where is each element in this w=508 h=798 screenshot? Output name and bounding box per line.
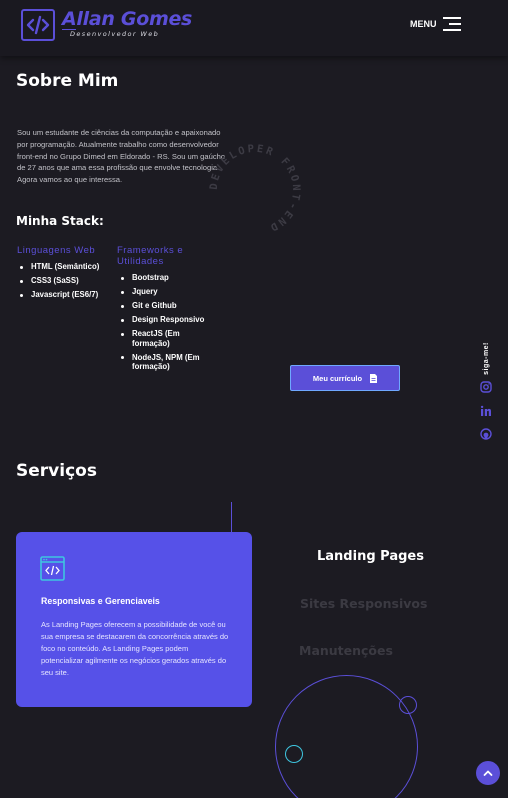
service-card-text: As Landing Pages oferecem a possibilidad…	[41, 620, 229, 677]
list-item: Design Responsivo	[118, 315, 218, 325]
decorative-circle	[285, 745, 303, 763]
list-item: CSS3 (SaSS)	[17, 276, 117, 286]
site-header: Allan Gomes Desenvolvedor Web MENU	[0, 0, 508, 56]
cv-button-label: Meu currículo	[312, 373, 363, 383]
about-text: Sou um estudante de ciências da computaç…	[17, 128, 226, 185]
list-item: Git e Github	[118, 301, 218, 311]
tab-landing-pages[interactable]: Landing Pages	[317, 549, 424, 564]
service-card: Responsivas e Gerenciaveis As Landing Pa…	[16, 532, 252, 707]
linkedin-icon[interactable]	[480, 405, 492, 417]
list-item: ReactJS (Em formação)	[118, 329, 218, 348]
stack-column-title-languages: Linguagens Web	[17, 245, 96, 256]
developer-badge-icon: DEVELOPER FRONT-END	[208, 143, 302, 234]
service-card-title: Responsivas e Gerenciaveis	[41, 596, 160, 606]
languages-list: HTML (Semântico) CSS3 (SaSS) Javascript …	[17, 262, 117, 304]
scroll-to-top-button[interactable]	[476, 761, 500, 785]
hamburger-menu-icon[interactable]	[443, 17, 461, 31]
section-divider-line	[231, 502, 232, 532]
decorative-circle	[399, 696, 417, 714]
chevron-up-icon	[483, 770, 493, 776]
stack-title: Minha Stack:	[16, 214, 104, 228]
list-item: Bootstrap	[118, 273, 218, 283]
list-item: Jquery	[118, 287, 218, 297]
menu-label[interactable]: MENU	[410, 19, 437, 29]
decorative-circle	[275, 675, 418, 798]
frameworks-list: Bootstrap Jquery Git e Github Design Res…	[118, 273, 218, 376]
logo-name[interactable]: Allan Gomes	[62, 8, 192, 30]
stack-column-title-frameworks: Frameworks e Utilidades	[117, 245, 184, 267]
services-title: Serviços	[16, 461, 97, 481]
github-icon[interactable]	[480, 428, 492, 440]
cv-download-button[interactable]: Meu currículo	[290, 365, 400, 391]
list-item: HTML (Semântico)	[17, 262, 117, 272]
list-item: Javascript (ES6/7)	[17, 290, 117, 300]
badge-text: DEVELOPER FRONT-END	[208, 143, 300, 234]
document-icon	[370, 373, 378, 383]
follow-me-label: siga-me!	[482, 341, 490, 375]
logo-code-icon[interactable]	[21, 9, 55, 41]
svg-text:DEVELOPER FRONT-END: DEVELOPER FRONT-END	[208, 143, 302, 234]
tab-sites-responsivos[interactable]: Sites Responsivos	[300, 596, 427, 611]
logo-subtitle: Desenvolvedor Web	[70, 30, 160, 38]
list-item: NodeJS, NPM (Em formação)	[118, 353, 218, 372]
instagram-icon[interactable]	[480, 381, 492, 393]
about-title: Sobre Mim	[16, 71, 119, 91]
code-window-icon	[40, 556, 65, 581]
tab-manutencoes[interactable]: Manutenções	[299, 643, 393, 658]
